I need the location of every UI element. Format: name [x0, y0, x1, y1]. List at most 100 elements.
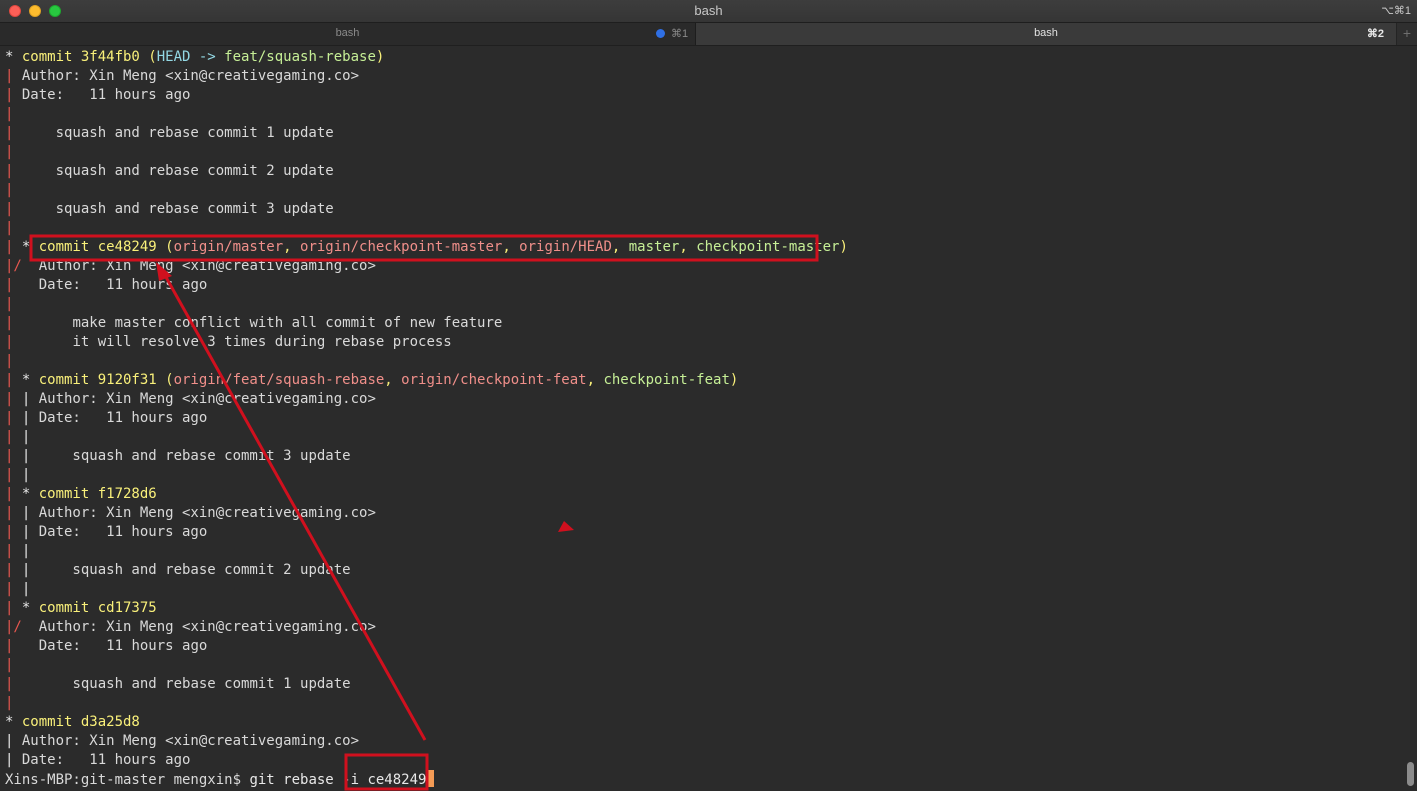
window-title: bash [694, 3, 723, 18]
terminal-text: Author: Xin Meng <xin@creativegaming.co> [30, 258, 376, 274]
terminal-line: |/ Author: Xin Meng <xin@creativegaming.… [5, 257, 376, 276]
terminal-line: | [5, 105, 13, 124]
graph-glyph: | [5, 410, 22, 426]
terminal-line: | | [5, 466, 30, 485]
terminal-text: ) [375, 49, 385, 65]
graph-glyph: | [5, 201, 22, 217]
graph-glyph: | [5, 334, 31, 350]
activity-dot-icon [656, 29, 665, 38]
command-input[interactable]: git rebase -i ce48249 [249, 772, 426, 788]
graph-glyph: | [5, 220, 14, 236]
graph-glyph: | [5, 486, 22, 502]
graph-glyph: |/ [5, 619, 31, 635]
terminal-text: Author: Xin Meng <xin@creativegaming.co> [30, 619, 376, 635]
text-cursor [426, 770, 435, 787]
terminal-text: master [628, 239, 680, 255]
terminal-line: | squash and rebase commit 1 update [5, 124, 334, 143]
new-tab-button[interactable]: + [1396, 23, 1417, 45]
terminal-text: Author: Xin Meng <xin@creativegaming.co> [38, 391, 376, 407]
graph-glyph: | [5, 391, 22, 407]
terminal-text: , [502, 239, 520, 255]
terminal-line: | it will resolve 3 times during rebase … [5, 333, 452, 352]
terminal-line: | [5, 694, 13, 713]
graph-glyph: | [21, 505, 39, 521]
terminal-text: ) [839, 239, 848, 255]
terminal-line: | [5, 219, 13, 238]
terminal-text: feat/squash-rebase [224, 49, 376, 65]
graph-glyph: | [5, 429, 22, 445]
terminal-text: Date: 11 hours ago [21, 752, 191, 768]
graph-glyph: | [21, 410, 39, 426]
tab-label: bash [1034, 27, 1058, 39]
command-prompt-line[interactable]: Xins-MBP:git-master mengxin$ git rebase … [5, 770, 435, 789]
terminal-text: squash and rebase commit 2 update [21, 163, 334, 179]
tab-bash-1[interactable]: bash ⌘1 [0, 23, 696, 45]
graph-glyph: | [5, 638, 31, 654]
graph-glyph: | [5, 581, 22, 597]
graph-glyph: * [5, 714, 22, 730]
graph-glyph: * [21, 239, 39, 255]
title-bar[interactable]: bash ⌥⌘1 [0, 0, 1417, 23]
graph-glyph: | [5, 467, 22, 483]
terminal-line: | | Date: 11 hours ago [5, 409, 207, 428]
tab-label: bash [335, 27, 360, 39]
terminal-text: commit ce48249 ( [38, 239, 174, 255]
terminal-text: it will resolve 3 times during rebase pr… [30, 334, 452, 350]
terminal-text: Date: 11 hours ago [30, 638, 208, 654]
terminal-text: squash and rebase commit 2 update [38, 562, 351, 578]
terminal-line: | * commit cd17375 [5, 599, 157, 618]
tab-bash-2[interactable]: bash ⌘2 [696, 23, 1396, 45]
graph-glyph: | [5, 277, 31, 293]
graph-glyph: | [5, 543, 22, 559]
terminal-line: | [5, 295, 13, 314]
terminal-text: origin/feat/squash-rebase [173, 372, 385, 388]
graph-glyph: | [21, 448, 39, 464]
terminal-text: squash and rebase commit 3 update [38, 448, 351, 464]
terminal-line: | | Author: Xin Meng <xin@creativegaming… [5, 504, 376, 523]
terminal-line: | [5, 181, 13, 200]
graph-glyph: | [5, 600, 22, 616]
graph-glyph: | [5, 125, 22, 141]
terminal-text: , [384, 372, 402, 388]
graph-glyph: | [5, 505, 22, 521]
tab-shortcut: ⌘1 [671, 28, 689, 40]
terminal-text: , [283, 239, 301, 255]
terminal-text: , [611, 239, 629, 255]
terminal-text: Date: 11 hours ago [30, 277, 208, 293]
graph-glyph: | [21, 467, 31, 483]
terminal-line: | | squash and rebase commit 3 update [5, 447, 351, 466]
terminal-text: Date: 11 hours ago [38, 524, 208, 540]
terminal-line: | [5, 143, 13, 162]
terminal-line: | | Date: 11 hours ago [5, 523, 207, 542]
terminal-text: Author: Xin Meng <xin@creativegaming.co> [21, 733, 360, 749]
terminal-line: | Author: Xin Meng <xin@creativegaming.c… [5, 67, 359, 86]
graph-glyph: | [5, 68, 22, 84]
terminal-text: commit 9120f31 ( [38, 372, 174, 388]
terminal-text: Date: 11 hours ago [21, 87, 191, 103]
graph-glyph: | [5, 163, 22, 179]
terminal-line: | | squash and rebase commit 2 update [5, 561, 351, 580]
terminal-line: | Date: 11 hours ago [5, 276, 207, 295]
terminal-line: | | [5, 580, 30, 599]
terminal-line: | [5, 656, 13, 675]
graph-glyph: | [5, 182, 14, 198]
terminal-text: Author: Xin Meng <xin@creativegaming.co> [38, 505, 376, 521]
terminal-text: make master conflict with all commit of … [30, 315, 503, 331]
terminal-line: | * commit ce48249 (origin/master, origi… [5, 238, 848, 257]
graph-glyph: | [5, 87, 22, 103]
terminal-text: origin/master [173, 239, 284, 255]
terminal-text: Date: 11 hours ago [38, 410, 208, 426]
terminal-line: * commit d3a25d8 [5, 713, 140, 732]
graph-glyph: | [21, 391, 39, 407]
terminal-output[interactable]: * commit 3f44fb0 (HEAD -> feat/squash-re… [0, 46, 1400, 791]
graph-glyph: | [5, 733, 22, 749]
graph-glyph: | [5, 372, 22, 388]
terminal-line: | Date: 11 hours ago [5, 86, 190, 105]
graph-glyph: | [21, 543, 31, 559]
graph-glyph: | [5, 524, 22, 540]
terminal-line: | * commit f1728d6 [5, 485, 157, 504]
scrollbar-thumb[interactable] [1407, 762, 1414, 786]
terminal-line: | Date: 11 hours ago [5, 637, 207, 656]
graph-glyph: | [5, 315, 31, 331]
terminal-text: squash and rebase commit 1 update [30, 676, 351, 692]
